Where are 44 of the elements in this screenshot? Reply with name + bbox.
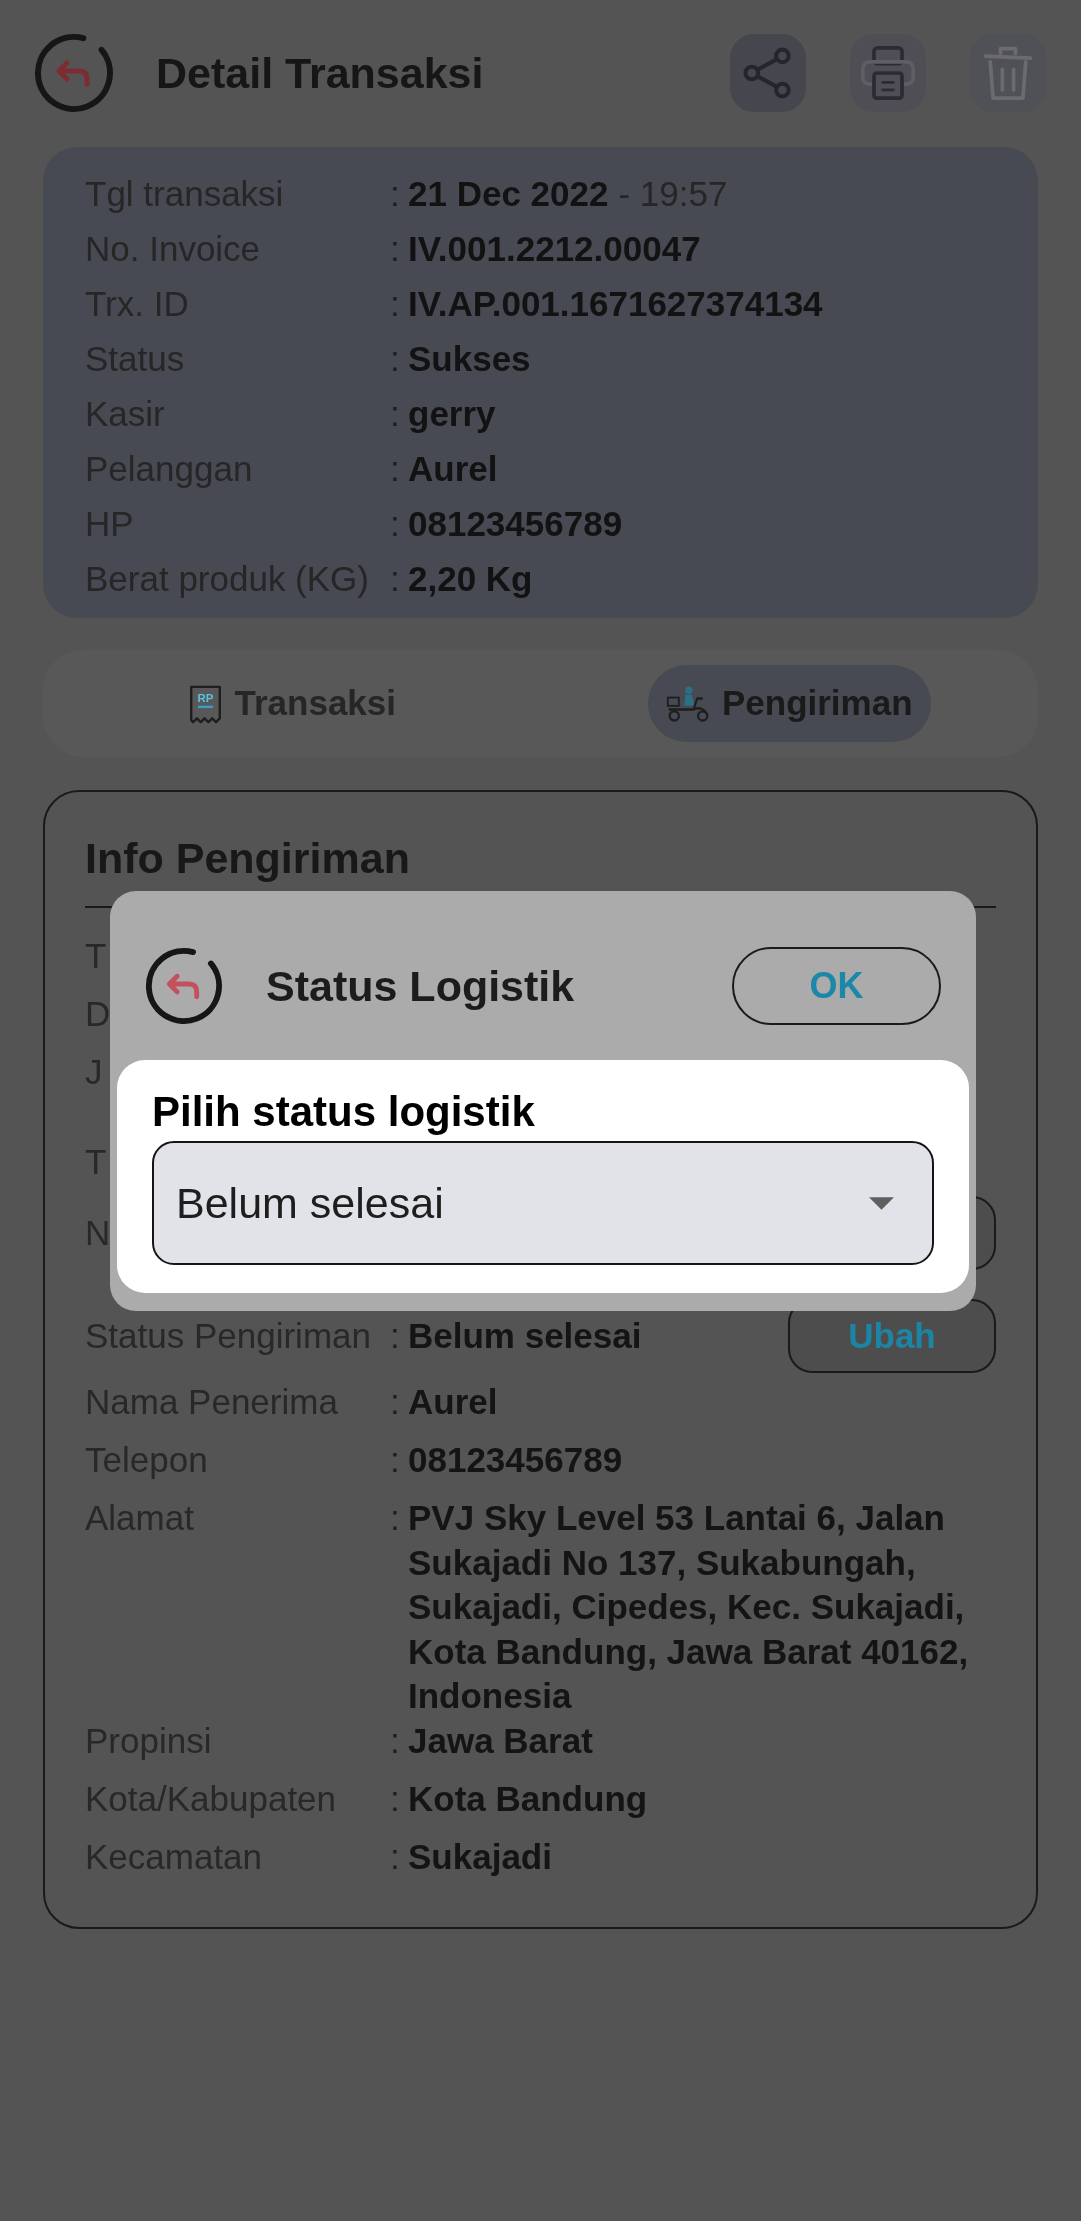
share-button[interactable] (730, 34, 806, 112)
separator: : (390, 1497, 401, 1539)
caret-icon (869, 1196, 894, 1210)
printer-icon (860, 45, 916, 101)
separator: : (390, 392, 401, 435)
ok-button[interactable]: OK (732, 946, 941, 1025)
receipt-icon: RP (187, 683, 223, 724)
status-select[interactable]: Belum selesai (152, 1141, 934, 1265)
separator: : (390, 337, 401, 380)
delete-button[interactable] (970, 34, 1046, 112)
back-icon[interactable] (145, 946, 223, 1025)
field-value: 21 Dec 2022 (408, 172, 609, 215)
field-label: Pilih status logistik (152, 1087, 536, 1137)
separator: : (390, 1835, 401, 1878)
page-title: Detail Transaksi (156, 48, 484, 99)
field-value: Sukajadi (408, 1835, 553, 1878)
field-value: Sukses (408, 337, 531, 380)
field-value: Kota Bandung (408, 1777, 649, 1820)
separator: : (390, 1316, 401, 1356)
section-title: Info Pengiriman (85, 833, 411, 884)
separator: : (390, 502, 401, 545)
print-button[interactable] (850, 34, 926, 112)
field-value: gerry (408, 392, 496, 435)
separator: : (390, 172, 401, 215)
field-value: Aurel (408, 447, 498, 490)
field-value: 2,20 Kg (408, 557, 533, 600)
separator: : (390, 227, 401, 270)
separator: : (390, 282, 401, 325)
field-value: Jawa Barat (408, 1719, 594, 1762)
field-value: PVJ Sky Level 53 Lantai 6, Jalan Sukajadi No 137, Sukabungah, Sukajadi, Cipedes, Kec. Sukajadi, Kota Bandung, Jawa Barat 40162, Indonesia (408, 1497, 970, 1718)
separator: : (390, 557, 401, 600)
dialog-title: Status Logistik (266, 960, 575, 1012)
separator: : (390, 1439, 401, 1481)
field-value: Belum selesai (408, 1316, 643, 1356)
separator: : (390, 1719, 401, 1762)
field-value: 08123456789 (408, 1439, 624, 1481)
separator: : (390, 1777, 401, 1820)
field-value: 08123456789 (408, 502, 623, 545)
separator: : (390, 447, 401, 490)
field-value: Aurel (408, 1381, 499, 1423)
tab[interactable]: Pengiriman (647, 665, 931, 742)
field-value: IV.001.2212.00047 (408, 227, 701, 270)
field-value: IV.AP.001.1671627374134 (408, 282, 823, 325)
separator: : (390, 1381, 401, 1423)
